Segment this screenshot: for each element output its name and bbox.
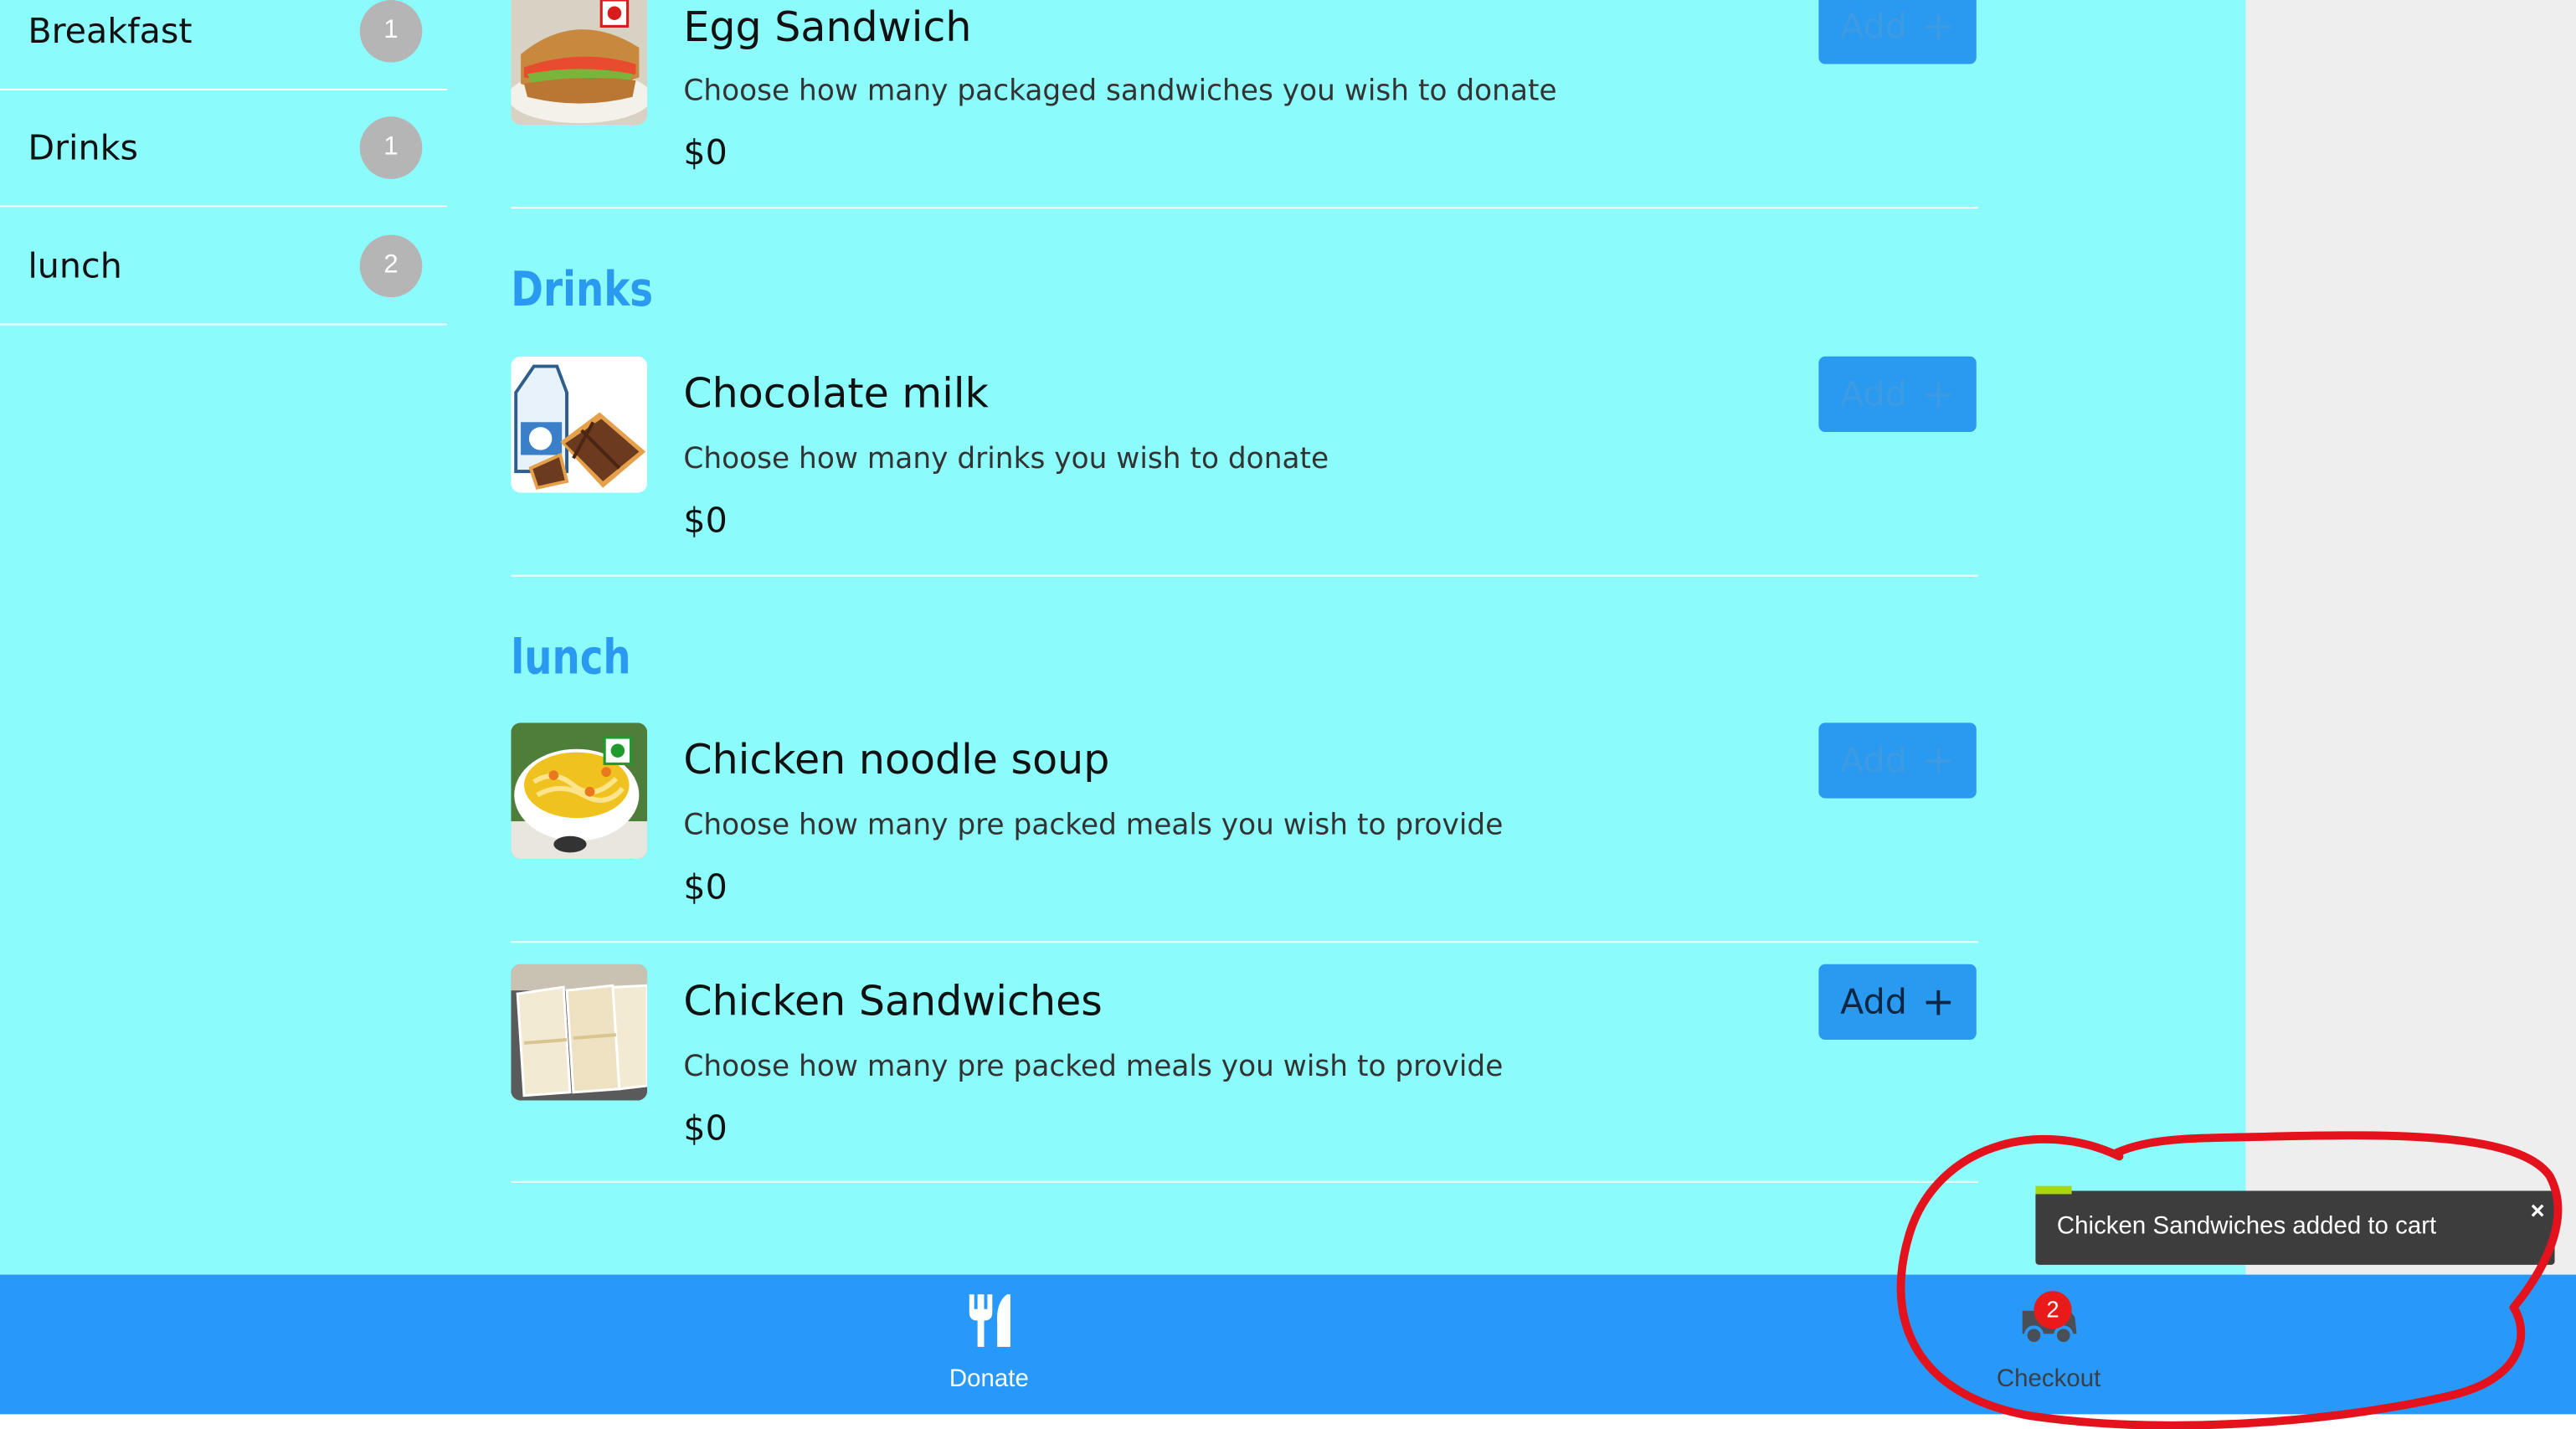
nav-checkout-label: Checkout — [1996, 1365, 2101, 1393]
right-gutter — [2245, 0, 2576, 1275]
item-title: Chicken Sandwiches — [683, 977, 1103, 1025]
cart-toast: Chicken Sandwiches added to cart × — [2035, 1185, 2555, 1265]
plus-icon: + — [1921, 371, 1956, 418]
item-count-badge: 1 — [359, 116, 423, 179]
add-label: Add — [1840, 374, 1907, 414]
sidebar-item-breakfast[interactable]: Breakfast 1 — [0, 0, 447, 90]
plus-icon: + — [1921, 737, 1956, 784]
sidebar-item-drinks[interactable]: Drinks 1 — [0, 90, 447, 208]
item-divider — [511, 941, 1978, 943]
item-price: $0 — [683, 866, 728, 907]
plus-icon: + — [1921, 979, 1956, 1025]
item-count-badge: 1 — [359, 0, 423, 63]
item-count-badge: 2 — [359, 234, 423, 298]
item-description: Choose how many pre packed meals you wis… — [683, 810, 1504, 843]
item-price: $0 — [683, 132, 728, 173]
item-description: Choose how many packaged sandwiches you … — [683, 75, 1557, 109]
item-price: $0 — [683, 1108, 728, 1149]
add-egg-sandwich-button[interactable]: Add + — [1818, 0, 1977, 64]
fork-knife-icon — [969, 1294, 1010, 1347]
sidebar-item-label: Drinks — [28, 128, 138, 168]
close-icon[interactable]: × — [2531, 1197, 2545, 1225]
section-heading-drinks: Drinks — [511, 260, 654, 317]
add-chicken-sandwiches-button[interactable]: Add + — [1818, 964, 1977, 1041]
item-divider — [511, 574, 1978, 577]
toast-progress-bar — [2035, 1185, 2072, 1195]
item-divider — [511, 207, 1978, 209]
nav-donate-label: Donate — [949, 1365, 1029, 1393]
item-divider — [511, 1180, 1978, 1183]
section-heading-lunch: lunch — [511, 629, 631, 686]
cart-count-badge: 2 — [2034, 1291, 2072, 1329]
add-chicken-noodle-soup-button[interactable]: Add + — [1818, 722, 1977, 799]
item-title: Chicken noodle soup — [683, 736, 1110, 784]
add-label: Add — [1840, 982, 1907, 1022]
item-title: Chocolate milk — [683, 369, 989, 418]
sidebar-item-label: Breakfast — [28, 11, 193, 51]
bottom-nav: Donate 2 Checkout — [0, 1274, 2576, 1415]
add-label: Add — [1840, 740, 1907, 780]
sidebar-item-label: lunch — [28, 246, 122, 286]
nav-checkout[interactable]: 2 Checkout — [1980, 1275, 2118, 1415]
nav-donate[interactable]: Donate — [920, 1275, 1058, 1415]
add-chocolate-milk-button[interactable]: Add + — [1818, 356, 1977, 433]
app-viewport: Breakfast 1 Drinks 1 lunch 2 Egg Sandwic… — [0, 0, 2576, 1429]
sidebar-item-lunch[interactable]: lunch 2 — [0, 208, 447, 326]
item-description: Choose how many pre packed meals you wis… — [683, 1051, 1504, 1084]
chicken-noodle-soup-image — [511, 722, 648, 860]
item-title: Egg Sandwich — [683, 3, 972, 51]
add-label: Add — [1840, 6, 1907, 46]
chicken-sandwiches-image — [511, 964, 648, 1101]
item-price: $0 — [683, 501, 728, 541]
chocolate-milk-image — [511, 356, 648, 493]
egg-sandwich-image — [511, 0, 648, 126]
item-description: Choose how many drinks you wish to donat… — [683, 443, 1329, 477]
toast-message: Chicken Sandwiches added to cart — [2056, 1212, 2437, 1241]
plus-icon: + — [1921, 3, 1956, 49]
